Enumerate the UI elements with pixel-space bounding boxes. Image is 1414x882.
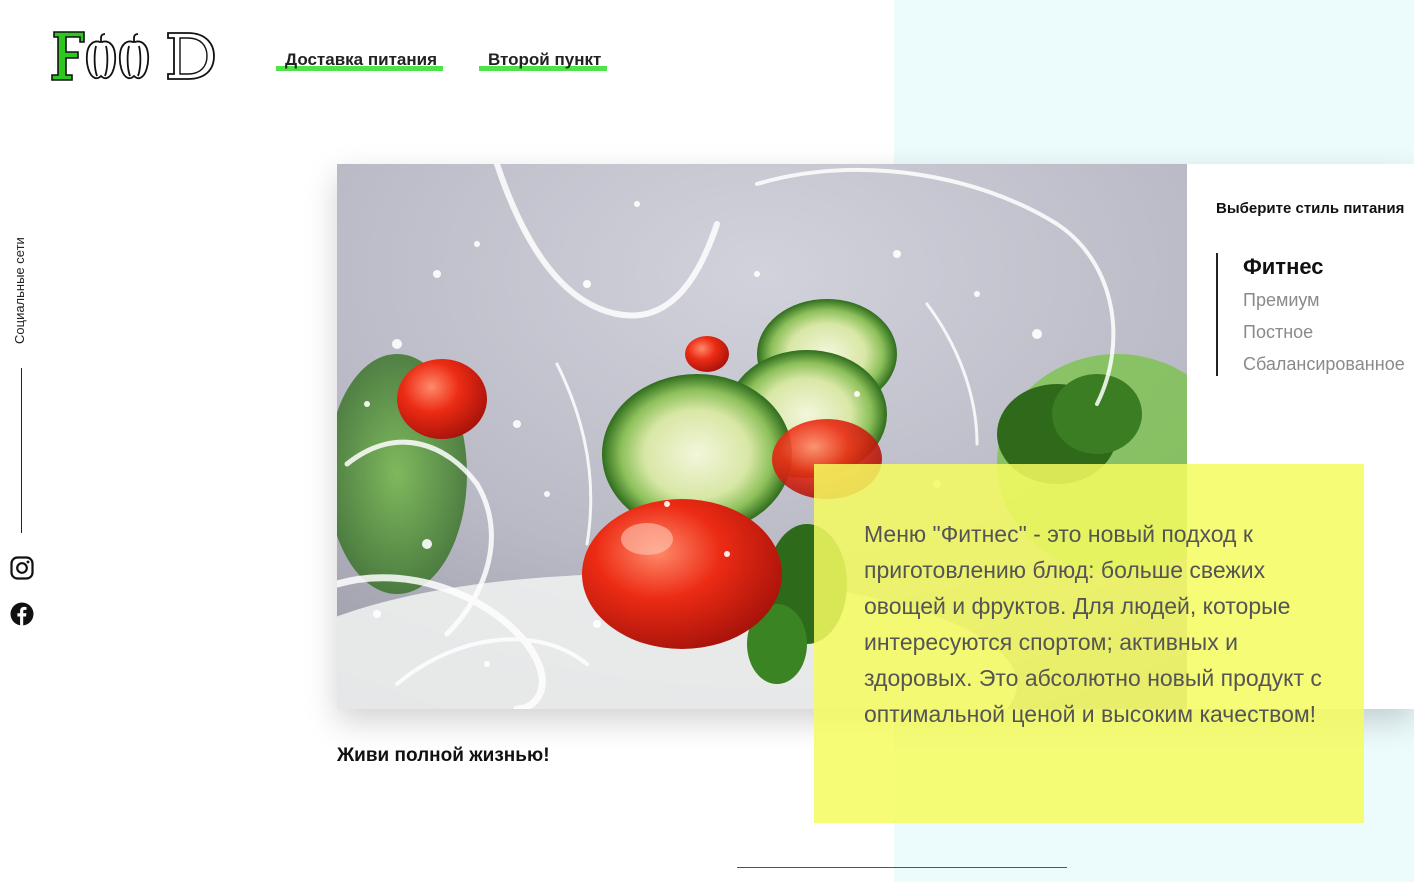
style-option-lenten[interactable]: Постное bbox=[1243, 322, 1313, 343]
style-selector-line bbox=[1216, 253, 1218, 376]
description-text: Меню "Фитнес" - это новый подход к приго… bbox=[864, 521, 1322, 727]
style-option-premium[interactable]: Премиум bbox=[1243, 290, 1320, 311]
bottom-divider bbox=[737, 867, 1067, 868]
description-box: Меню "Фитнес" - это новый подход к приго… bbox=[814, 464, 1364, 823]
social-networks-label: Социальные сети bbox=[12, 237, 27, 344]
instagram-icon[interactable] bbox=[10, 556, 34, 580]
page: Доставка питания Второй пункт Социальные… bbox=[0, 0, 1414, 882]
style-option-fitness[interactable]: Фитнес bbox=[1243, 254, 1324, 280]
hero-tagline: Живи полной жизнью! bbox=[337, 745, 550, 766]
social-divider-line bbox=[21, 368, 22, 533]
facebook-icon[interactable] bbox=[10, 602, 34, 626]
food-logo-icon bbox=[51, 31, 215, 81]
style-option-balanced[interactable]: Сбалансированное bbox=[1243, 354, 1405, 375]
nav-link-food-delivery[interactable]: Доставка питания bbox=[276, 50, 443, 71]
style-selector-title: Выберите стиль питания bbox=[1216, 200, 1405, 217]
nav-link-second-item[interactable]: Второй пункт bbox=[479, 50, 608, 71]
